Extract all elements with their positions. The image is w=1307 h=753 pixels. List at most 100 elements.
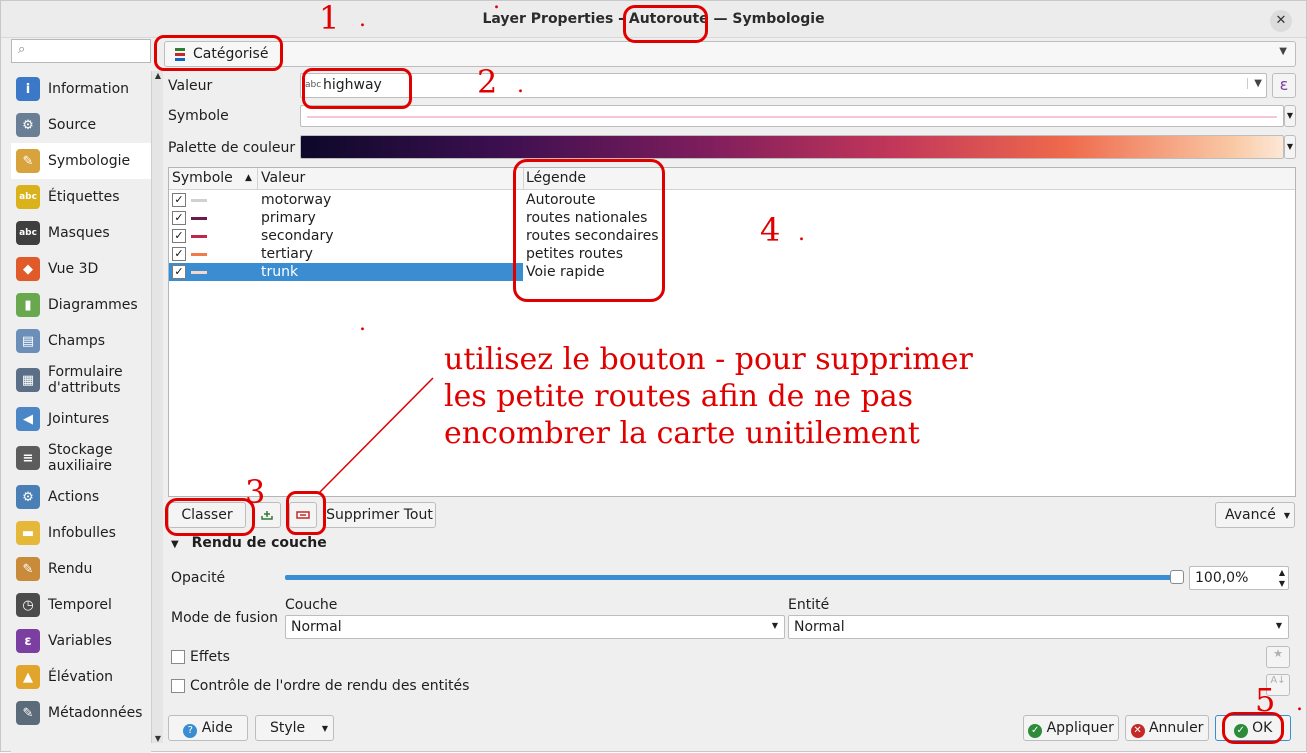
sidebar-search-input[interactable]: ⌕ (11, 39, 151, 63)
sidebar-item-champs[interactable]: ▤ Champs (11, 323, 151, 359)
opacity-spinbox[interactable]: 100,0% ▲ ▼ (1189, 566, 1289, 590)
cancel-x-icon: ✕ (1130, 724, 1145, 738)
chevron-down-icon: ▼ (1279, 46, 1287, 57)
ordre-rendu-label: Contrôle de l'ordre de rendu des entités (190, 678, 470, 694)
symbole-label: Symbole (168, 108, 229, 124)
sidebar-item-formulaire-d-attributs[interactable]: ▦ Formulaire d'attributs (11, 359, 151, 401)
style-button[interactable]: Style ▼ (255, 715, 334, 741)
category-visible-checkbox[interactable]: ✓ (172, 211, 186, 225)
opacity-slider-handle[interactable] (1170, 570, 1184, 584)
spin-arrows-icon[interactable]: ▲ ▼ (1279, 567, 1285, 589)
symbol-swatch (191, 199, 207, 202)
appliquer-button[interactable]: ✓ Appliquer (1023, 715, 1119, 741)
column-header-symbole[interactable]: Symbole (172, 170, 233, 186)
selection-highlight (169, 263, 523, 281)
sidebar-item-stockage-auxiliaire[interactable]: ≡ Stockage auxiliaire (11, 437, 151, 479)
symbol-swatch (191, 253, 207, 256)
sidebar-item-temporel[interactable]: ◷ Temporel (11, 587, 151, 623)
scroll-down-icon[interactable]: ▼ (152, 734, 164, 743)
entite-blend-value: Normal (794, 619, 845, 635)
effects-star-icon[interactable]: ★ (1266, 646, 1290, 668)
annuler-button[interactable]: ✕ Annuler (1125, 715, 1209, 741)
category-value: tertiary (261, 246, 313, 262)
opacity-slider[interactable] (285, 575, 1177, 580)
source-icon: ⚙ (16, 113, 40, 137)
sidebar-item-infobulles[interactable]: ▬ Infobulles (11, 515, 151, 551)
annotation-circle-classer (165, 498, 255, 536)
sidebar-item-label: Champs (48, 333, 106, 349)
scroll-up-icon[interactable]: ▲ (152, 71, 164, 80)
color-ramp-button[interactable] (300, 135, 1284, 159)
sidebar-item-actions[interactable]: ⚙ Actions (11, 479, 151, 515)
sidebar-item-label: Étiquettes (48, 189, 120, 205)
sidebar-item-label: Élévation (48, 669, 114, 685)
close-button[interactable]: ✕ (1270, 10, 1292, 32)
effets-checkbox[interactable] (171, 650, 185, 664)
sidebar-item-étiquettes[interactable]: abc Étiquettes (11, 179, 151, 215)
rendu-de-couche-header[interactable]: ▼ Rendu de couche (171, 535, 327, 551)
column-header-valeur[interactable]: Valeur (261, 170, 305, 186)
sidebar-item-label: Actions (48, 489, 100, 505)
valeur-field[interactable]: abc highway ▼ (300, 73, 1267, 98)
color-ramp-dropdown-icon[interactable]: ▼ (1284, 135, 1296, 159)
sidebar-scrollbar[interactable]: ▲ ▼ (151, 71, 163, 743)
table-row[interactable]: ✓ trunk Voie rapide (169, 263, 1295, 281)
symbole-button[interactable] (300, 105, 1284, 127)
sidebar-item-information[interactable]: i Information (11, 71, 151, 107)
sidebar-item-label: Vue 3D (48, 261, 99, 277)
sidebar-item-vue-3d[interactable]: ◆ Vue 3D (11, 251, 151, 287)
table-row[interactable]: ✓ primary routes nationales (169, 209, 1295, 227)
sidebar-item-label: Information (48, 81, 130, 97)
valeur-dropdown-icon[interactable]: ▼ (1247, 78, 1262, 89)
annotation-circle-valeur (302, 68, 412, 109)
cube-3d-icon: ◆ (16, 257, 40, 281)
sidebar-item-label: Source (48, 117, 97, 133)
annotation-circle-remove (286, 491, 326, 535)
sidebar-item-rendu[interactable]: ✎ Rendu (11, 551, 151, 587)
entite-label: Entité (788, 597, 830, 613)
ordre-rendu-checkbox[interactable] (171, 679, 185, 693)
category-visible-checkbox[interactable]: ✓ (172, 247, 186, 261)
entite-blend-select[interactable]: Normal ▼ (788, 615, 1289, 639)
supprimer-tout-button[interactable]: Supprimer Tout (323, 502, 436, 528)
palette-label: Palette de couleur (168, 140, 296, 156)
mode-de-fusion-label: Mode de fusion (171, 610, 278, 626)
avance-button[interactable]: Avancé ▼ (1215, 502, 1295, 528)
diagram-icon: ▮ (16, 293, 40, 317)
couche-blend-value: Normal (291, 619, 342, 635)
sidebar-item-masques[interactable]: abc Masques (11, 215, 151, 251)
sidebar-item-métadonnées[interactable]: ✎ Métadonnées (11, 695, 151, 731)
info-icon: i (16, 77, 40, 101)
renderer-type-select[interactable]: Catégorisé ▼ (164, 41, 1296, 67)
appliquer-label: Appliquer (1046, 720, 1114, 736)
table-row[interactable]: ✓ tertiary petites routes (169, 245, 1295, 263)
table-row[interactable]: ✓ secondary routes secondaires (169, 227, 1295, 245)
expression-button[interactable]: ε (1272, 73, 1296, 98)
valeur-label: Valeur (168, 78, 213, 94)
annotation-circle-legende (513, 159, 665, 302)
form-icon: ▦ (16, 368, 40, 392)
sidebar-item-jointures[interactable]: ◀ Jointures (11, 401, 151, 437)
fields-icon: ▤ (16, 329, 40, 353)
category-visible-checkbox[interactable]: ✓ (172, 229, 186, 243)
sidebar-item-diagrammes[interactable]: ▮ Diagrammes (11, 287, 151, 323)
sidebar-item-source[interactable]: ⚙ Source (11, 107, 151, 143)
search-icon: ⌕ (18, 42, 26, 57)
sidebar-item-label: Variables (48, 633, 112, 649)
annotation-dot: . (517, 73, 524, 98)
clock-icon: ◷ (16, 593, 40, 617)
masks-abc-icon: abc (16, 221, 40, 245)
sidebar-item-variables[interactable]: ε Variables (11, 623, 151, 659)
sidebar-item-symbologie[interactable]: ✎ Symbologie (11, 143, 151, 179)
sidebar-item-élévation[interactable]: ▲ Élévation (11, 659, 151, 695)
couche-blend-select[interactable]: Normal ▼ (285, 615, 785, 639)
aide-button[interactable]: ? Aide (168, 715, 248, 741)
collapse-triangle-icon: ▼ (171, 539, 179, 550)
annotation-dot: . (493, 0, 500, 14)
category-visible-checkbox[interactable]: ✓ (172, 265, 186, 279)
apply-check-icon: ✓ (1028, 724, 1043, 738)
category-value: primary (261, 210, 316, 226)
category-visible-checkbox[interactable]: ✓ (172, 193, 186, 207)
table-row[interactable]: ✓ motorway Autoroute (169, 191, 1295, 209)
symbole-dropdown-icon[interactable]: ▼ (1284, 105, 1296, 127)
